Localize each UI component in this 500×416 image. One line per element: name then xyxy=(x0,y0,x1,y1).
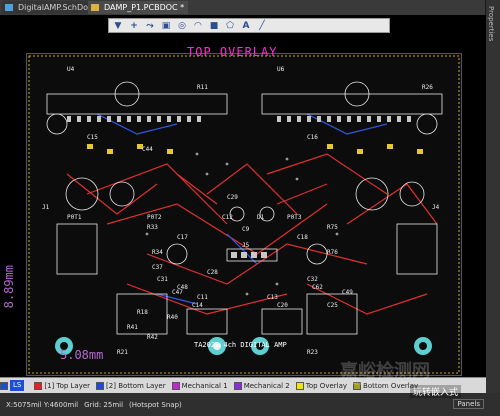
board-silkscreen-text: TA2022 4ch DIGITAL AMP xyxy=(194,341,287,349)
layer-tab-bottom[interactable]: [2] Bottom Layer xyxy=(96,381,166,390)
board-artwork xyxy=(28,55,460,374)
layer-tab-mech1[interactable]: Mechanical 1 xyxy=(171,381,228,390)
tab-schematic[interactable]: DigitalAMP.SchDoc xyxy=(2,1,92,14)
layer-set-label: LS xyxy=(10,380,25,391)
component-designator[interactable]: R42 xyxy=(147,334,158,341)
component-designator[interactable]: U6 xyxy=(277,66,284,73)
layer-tab-mech1-label: Mechanical 1 xyxy=(181,381,228,390)
component-designator[interactable]: C47 xyxy=(172,289,183,296)
string-icon[interactable]: A xyxy=(239,20,253,32)
component-designator[interactable]: U4 xyxy=(67,66,74,73)
polygon-icon[interactable]: ⬠ xyxy=(223,20,237,32)
layer-tab-mech2[interactable]: Mechanical 2 xyxy=(233,381,290,390)
watermark-url: AnyTesting.com xyxy=(352,379,408,387)
component-designator[interactable]: C28 xyxy=(207,269,218,276)
route-icon[interactable]: ⤳ xyxy=(143,20,157,32)
component-designator[interactable]: R40 xyxy=(167,314,178,321)
layer-tab-bottom-label: [2] Bottom Layer xyxy=(106,381,166,390)
component-designator[interactable]: C29 xyxy=(227,194,238,201)
horizontal-dimension: 5.08mm xyxy=(60,348,104,362)
properties-label: Properties xyxy=(487,6,495,42)
top-layer-swatch xyxy=(34,381,43,390)
overlay-title: TOP OVERLAY xyxy=(187,45,278,59)
fill-icon[interactable]: ■ xyxy=(207,20,221,32)
mech1-swatch xyxy=(171,381,180,390)
pcb-doc-icon xyxy=(91,4,99,11)
filter-icon[interactable]: ▼ xyxy=(111,20,125,32)
component-designator[interactable]: R26 xyxy=(422,84,433,91)
component-designator[interactable]: C9 xyxy=(242,226,249,233)
component-designator[interactable]: C16 xyxy=(307,134,318,141)
component-designator[interactable]: C13 xyxy=(267,294,278,301)
component-designator[interactable]: C49 xyxy=(342,289,353,296)
properties-panel-tab[interactable]: Properties xyxy=(485,0,500,398)
component-designator[interactable]: R23 xyxy=(307,349,318,356)
tab-pcb[interactable]: DAMP_P1.PCBDOC * xyxy=(88,1,188,14)
layer-tab-top-label: [1] Top Layer xyxy=(44,381,91,390)
component-designator[interactable]: R41 xyxy=(127,324,138,331)
pad-icon[interactable]: ▣ xyxy=(159,20,173,32)
component-designator[interactable]: C25 xyxy=(327,302,338,309)
component-designator[interactable]: P0T1 xyxy=(67,214,81,221)
component-designator[interactable]: C14 xyxy=(192,302,203,309)
component-designator[interactable]: C62 xyxy=(312,284,323,291)
component-designator[interactable]: C44 xyxy=(142,146,153,153)
component-designator[interactable]: D1 xyxy=(257,214,264,221)
component-designator[interactable]: J4 xyxy=(432,204,439,211)
bottom-layer-swatch xyxy=(96,381,105,390)
grid-size: Grid: 25mil xyxy=(84,400,124,409)
mech2-swatch xyxy=(233,381,242,390)
panels-button[interactable]: Panels xyxy=(453,399,484,409)
component-designator[interactable]: C15 xyxy=(87,134,98,141)
add-icon[interactable]: + xyxy=(127,20,141,32)
layer-set-button[interactable]: LS xyxy=(0,380,28,391)
watermark-logo: 玩转嵌入式 xyxy=(410,385,462,398)
schematic-doc-icon xyxy=(5,4,13,11)
component-designator[interactable]: R75 xyxy=(327,224,338,231)
tab-pcb-label: DAMP_P1.PCBDOC * xyxy=(104,3,185,12)
vertical-dimension: 8.89mm xyxy=(2,265,16,309)
component-designator[interactable]: R76 xyxy=(327,249,338,256)
component-designator[interactable]: C12 xyxy=(222,214,233,221)
component-designator[interactable]: P0T3 xyxy=(287,214,301,221)
layer-tab-top[interactable]: [1] Top Layer xyxy=(34,381,91,390)
component-designator[interactable]: C31 xyxy=(157,276,168,283)
component-designator[interactable]: C11 xyxy=(197,294,208,301)
component-designator[interactable]: R18 xyxy=(137,309,148,316)
tab-schematic-label: DigitalAMP.SchDoc xyxy=(18,3,93,12)
component-designator[interactable]: P0T2 xyxy=(147,214,161,221)
pcb-board[interactable]: U4 U6 R11 R26 C15 C16 C17 C18 C44 R33 R75 R34 R76 C29… xyxy=(26,53,462,376)
component-designator[interactable]: R21 xyxy=(117,349,128,356)
component-designator[interactable]: R34 xyxy=(152,249,163,256)
layer-set-swatch xyxy=(0,381,8,390)
component-designator[interactable]: R11 xyxy=(197,84,208,91)
document-tab-bar: DigitalAMP.SchDoc DAMP_P1.PCBDOC * xyxy=(0,0,500,16)
top-overlay-swatch xyxy=(295,381,304,390)
pcb-canvas[interactable]: ▼ + ⤳ ▣ ◎ ◠ ■ ⬠ A ╱ TOP OVERLAY U4 U6 R1… xyxy=(0,15,486,377)
cursor-coordinates: X:5075mil Y:4600mil xyxy=(6,400,79,409)
arc-icon[interactable]: ◠ xyxy=(191,20,205,32)
via-icon[interactable]: ◎ xyxy=(175,20,189,32)
component-designator[interactable]: R33 xyxy=(147,224,158,231)
component-designator[interactable]: C18 xyxy=(297,234,308,241)
component-designator[interactable]: C17 xyxy=(177,234,188,241)
component-designator[interactable]: J1 xyxy=(42,204,49,211)
component-designator[interactable]: J5 xyxy=(242,242,249,249)
active-bar-toolbar: ▼ + ⤳ ▣ ◎ ◠ ■ ⬠ A ╱ xyxy=(108,18,390,33)
snap-mode: (Hotspot Snap) xyxy=(129,400,182,409)
component-designator[interactable]: C20 xyxy=(277,302,288,309)
component-designator[interactable]: C37 xyxy=(152,264,163,271)
layer-tab-mech2-label: Mechanical 2 xyxy=(243,381,290,390)
line-icon[interactable]: ╱ xyxy=(255,20,269,32)
component-designator[interactable]: C32 xyxy=(307,276,318,283)
